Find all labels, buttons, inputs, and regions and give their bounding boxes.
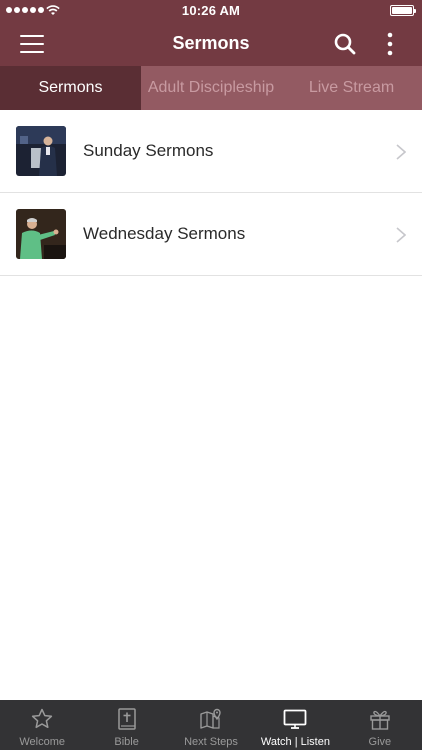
chevron-right-icon (396, 144, 406, 160)
tv-icon (284, 709, 307, 729)
star-icon (32, 708, 53, 729)
status-bar: 10:26 AM (0, 0, 422, 22)
segmented-tabs: Sermons Adult Discipleship Live Stream (0, 66, 422, 110)
tabbar-label: Watch | Listen (260, 736, 330, 748)
list-item-wednesday-sermons[interactable]: Wednesday Sermons (0, 193, 422, 276)
top-bar: 10:26 AM Sermons (0, 0, 422, 66)
sunday-sermons-thumbnail (16, 126, 66, 176)
gift-icon (370, 710, 390, 730)
tab-live-stream[interactable]: Live Stream (281, 66, 422, 110)
battery-icon (390, 5, 416, 16)
chevron-right-icon (396, 227, 406, 243)
tabbar-label: Next Steps (184, 736, 238, 748)
more-vertical-icon[interactable] (380, 31, 400, 57)
tabbar-label: Welcome (19, 736, 66, 748)
list-item-sunday-sermons[interactable]: Sunday Sermons (0, 110, 422, 193)
list-item-label: Wednesday Sermons (83, 224, 246, 243)
wednesday-sermons-thumbnail (16, 209, 66, 259)
tabbar-item-give[interactable]: Give (338, 700, 422, 750)
list-item-label: Sunday Sermons (83, 141, 214, 160)
tab-sermons[interactable]: Sermons (0, 66, 141, 110)
tabbar-label: Bible (114, 736, 139, 748)
bible-icon (117, 708, 136, 730)
status-time: 10:26 AM (181, 3, 241, 18)
navigation-bar: Sermons (0, 22, 422, 66)
app-screen: 10:26 AM Sermons Sermons Adult Disciples… (0, 0, 422, 750)
map-pin-icon (200, 708, 221, 729)
tabbar-item-welcome[interactable]: Welcome (0, 700, 84, 750)
tabbar-item-next-steps[interactable]: Next Steps (169, 700, 253, 750)
tab-adult-discipleship[interactable]: Adult Discipleship (141, 66, 281, 110)
sermon-list: Sunday Sermons Wednesday Sermons (0, 110, 422, 276)
bottom-tab-bar: Welcome Bible Next Steps Watch | Listen … (0, 700, 422, 750)
page-title: Sermons (172, 33, 250, 53)
tabbar-label: Give (368, 736, 392, 748)
tabbar-item-watch-listen[interactable]: Watch | Listen (253, 700, 337, 750)
tabbar-item-bible[interactable]: Bible (84, 700, 168, 750)
search-icon[interactable] (334, 33, 356, 55)
